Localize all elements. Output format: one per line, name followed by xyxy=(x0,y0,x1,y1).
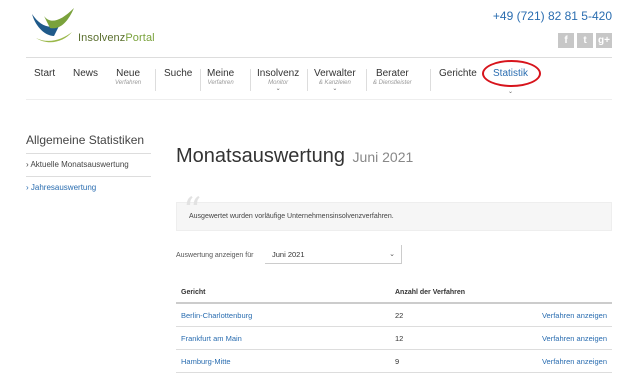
sidebar-divider xyxy=(26,153,151,154)
nav-label: Neue xyxy=(116,68,141,79)
nav-label: Berater xyxy=(375,68,409,79)
month-select-value: Juni 2021 xyxy=(272,250,305,259)
court-link[interactable]: Berlin-Charlottenburg xyxy=(181,311,252,320)
sidebar-item-monatsauswertung[interactable]: › Aktuelle Monatsauswertung xyxy=(26,160,129,169)
google-plus-icon[interactable]: g+ xyxy=(596,33,612,48)
page-subtitle: Juni 2021 xyxy=(352,149,414,165)
nav-divider xyxy=(307,69,308,91)
nav-divider xyxy=(200,69,201,91)
quote-icon: “ xyxy=(183,191,202,232)
sidebar-title: Allgemeine Statistiken xyxy=(26,133,145,147)
nav-meine-verfahren[interactable]: Meine Verfahren xyxy=(207,68,234,86)
highlight-circle xyxy=(482,60,541,87)
view-cases-link[interactable]: Verfahren anzeigen xyxy=(542,334,607,343)
chevron-down-icon: ⌄ xyxy=(389,251,395,258)
nav-sublabel: Verfahren xyxy=(207,80,234,86)
case-count: 12 xyxy=(395,334,404,343)
nav-label: News xyxy=(73,68,99,79)
chevron-down-icon: ⌄ xyxy=(332,86,338,92)
case-count: 22 xyxy=(395,311,404,320)
column-header-anzahl: Anzahl der Verfahren xyxy=(395,289,466,296)
table-header: Gericht Anzahl der Verfahren xyxy=(176,285,612,304)
sidebar-item-jahresauswertung[interactable]: › Jahresauswertung xyxy=(26,183,96,192)
facebook-icon[interactable]: f xyxy=(558,33,574,48)
nav-divider xyxy=(430,69,431,91)
table-row: Frankfurt am Main 12 Verfahren anzeigen xyxy=(176,327,612,350)
view-cases-link[interactable]: Verfahren anzeigen xyxy=(542,357,607,366)
twitter-icon[interactable]: t xyxy=(577,33,593,48)
nav-label: Start xyxy=(34,68,56,79)
nav-news[interactable]: News xyxy=(73,68,98,79)
nav-divider xyxy=(250,69,251,91)
nav-insolvenz-monitor[interactable]: Insolvenz Monitor ⌄ xyxy=(257,68,299,92)
chevron-down-icon: ⌄ xyxy=(275,86,281,92)
nav-verwalter[interactable]: Verwalter & Kanzleien ⌄ xyxy=(314,68,356,92)
nav-berater[interactable]: Berater & Dienstleister xyxy=(373,68,412,86)
view-cases-link[interactable]: Verfahren anzeigen xyxy=(542,311,607,320)
page-title: Monatsauswertung Juni 2021 xyxy=(176,145,414,167)
nav-sublabel: Verfahren xyxy=(115,80,142,86)
chevron-down-icon: ⌄ xyxy=(507,89,514,95)
month-select[interactable]: Juni 2021 ⌄ xyxy=(265,245,402,264)
nav-neue-verfahren[interactable]: Neue Verfahren xyxy=(115,68,141,86)
logo[interactable]: InsolvenzPortal xyxy=(30,6,170,46)
logo-mark-icon xyxy=(32,8,74,43)
case-count: 9 xyxy=(395,357,400,366)
nav-sublabel: & Dienstleister xyxy=(373,80,412,86)
social-links: f t g+ xyxy=(558,33,612,48)
nav-gerichte[interactable]: Gerichte xyxy=(439,68,477,79)
column-header-gericht: Gericht xyxy=(181,289,206,296)
info-box: “ Ausgewertet wurden vorläufige Unterneh… xyxy=(176,191,612,232)
nav-label: Meine xyxy=(207,68,235,79)
filter-label: Auswertung anzeigen für xyxy=(176,252,254,259)
nav-label: Suche xyxy=(164,68,193,79)
table-row: Berlin-Charlottenburg 22 Verfahren anzei… xyxy=(176,304,612,327)
court-link[interactable]: Hamburg-Mitte xyxy=(181,357,231,366)
info-text: Ausgewertet wurden vorläufige Unternehme… xyxy=(189,213,394,220)
phone-number[interactable]: +49 (721) 82 81 5-420 xyxy=(493,9,612,23)
nav-divider xyxy=(366,69,367,91)
statistics-table: Gericht Anzahl der Verfahren Berlin-Char… xyxy=(176,285,612,373)
nav-label: Insolvenz xyxy=(257,68,300,79)
nav-start[interactable]: Start xyxy=(34,68,55,79)
table-row: Hamburg-Mitte 9 Verfahren anzeigen xyxy=(176,350,612,373)
nav-label: Gerichte xyxy=(439,68,477,79)
nav-divider xyxy=(155,69,156,91)
court-link[interactable]: Frankfurt am Main xyxy=(181,334,242,343)
nav-label: Verwalter xyxy=(314,68,356,79)
logo-text: InsolvenzPortal xyxy=(78,32,155,44)
sidebar-divider xyxy=(26,176,151,177)
nav-suche[interactable]: Suche xyxy=(164,68,192,79)
